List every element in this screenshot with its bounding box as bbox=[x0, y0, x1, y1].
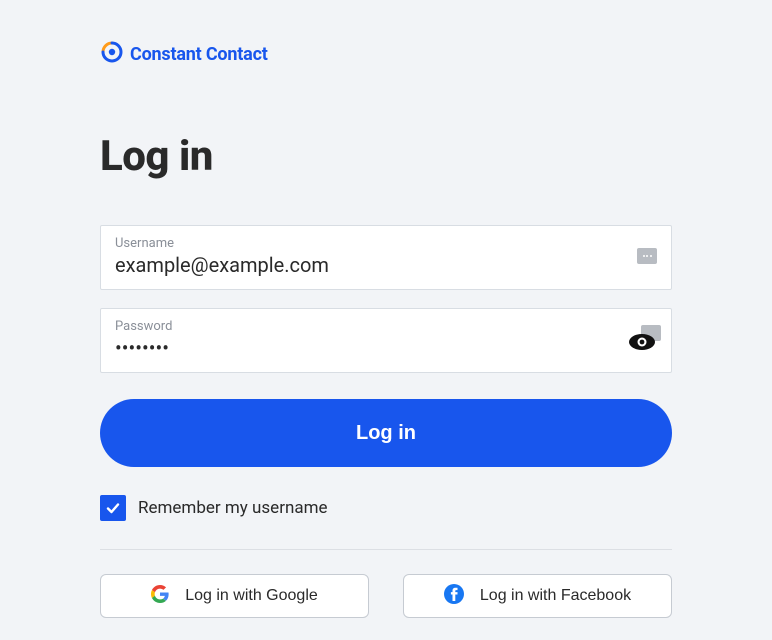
google-icon bbox=[151, 585, 169, 608]
login-with-google-button[interactable]: Log in with Google bbox=[100, 574, 369, 618]
facebook-icon bbox=[444, 584, 464, 609]
brand-logo: Constant Contact bbox=[100, 40, 672, 68]
username-input[interactable] bbox=[115, 253, 617, 277]
username-field[interactable]: Username bbox=[100, 225, 672, 290]
autofill-indicator-icon bbox=[637, 248, 657, 264]
facebook-button-label: Log in with Facebook bbox=[480, 587, 631, 605]
password-field[interactable]: Password bbox=[100, 308, 672, 373]
remember-label: Remember my username bbox=[138, 498, 328, 518]
password-label: Password bbox=[115, 319, 657, 334]
login-with-facebook-button[interactable]: Log in with Facebook bbox=[403, 574, 672, 618]
page-title: Log in bbox=[100, 132, 672, 181]
google-button-label: Log in with Google bbox=[185, 587, 318, 605]
password-input[interactable] bbox=[115, 336, 617, 360]
show-password-icon[interactable] bbox=[627, 331, 657, 357]
username-label: Username bbox=[115, 236, 657, 251]
login-button[interactable]: Log in bbox=[100, 399, 672, 467]
constant-contact-icon bbox=[100, 40, 124, 68]
brand-name: Constant Contact bbox=[130, 44, 268, 65]
remember-checkbox[interactable] bbox=[100, 495, 126, 521]
check-icon bbox=[105, 500, 121, 516]
